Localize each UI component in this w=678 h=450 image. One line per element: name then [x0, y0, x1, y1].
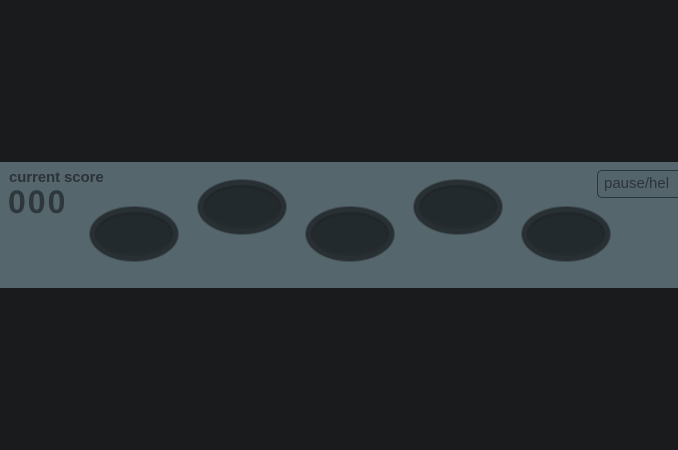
- hole-1[interactable]: [90, 207, 178, 261]
- hole-2-inner: [206, 188, 278, 226]
- pause-help-button[interactable]: pause/hel: [597, 170, 678, 198]
- hole-1-inner: [98, 215, 170, 253]
- hole-3[interactable]: [306, 207, 394, 261]
- hole-4[interactable]: [414, 180, 502, 234]
- hole-2[interactable]: [198, 180, 286, 234]
- hole-4-inner: [422, 188, 494, 226]
- hole-3-inner: [314, 215, 386, 253]
- game-board: current score 000 pause/hel: [0, 162, 678, 288]
- game-screen: current score 000 pause/hel: [0, 0, 678, 450]
- current-score-value: 000: [8, 184, 68, 220]
- hole-5[interactable]: [522, 207, 610, 261]
- hole-5-inner: [530, 215, 602, 253]
